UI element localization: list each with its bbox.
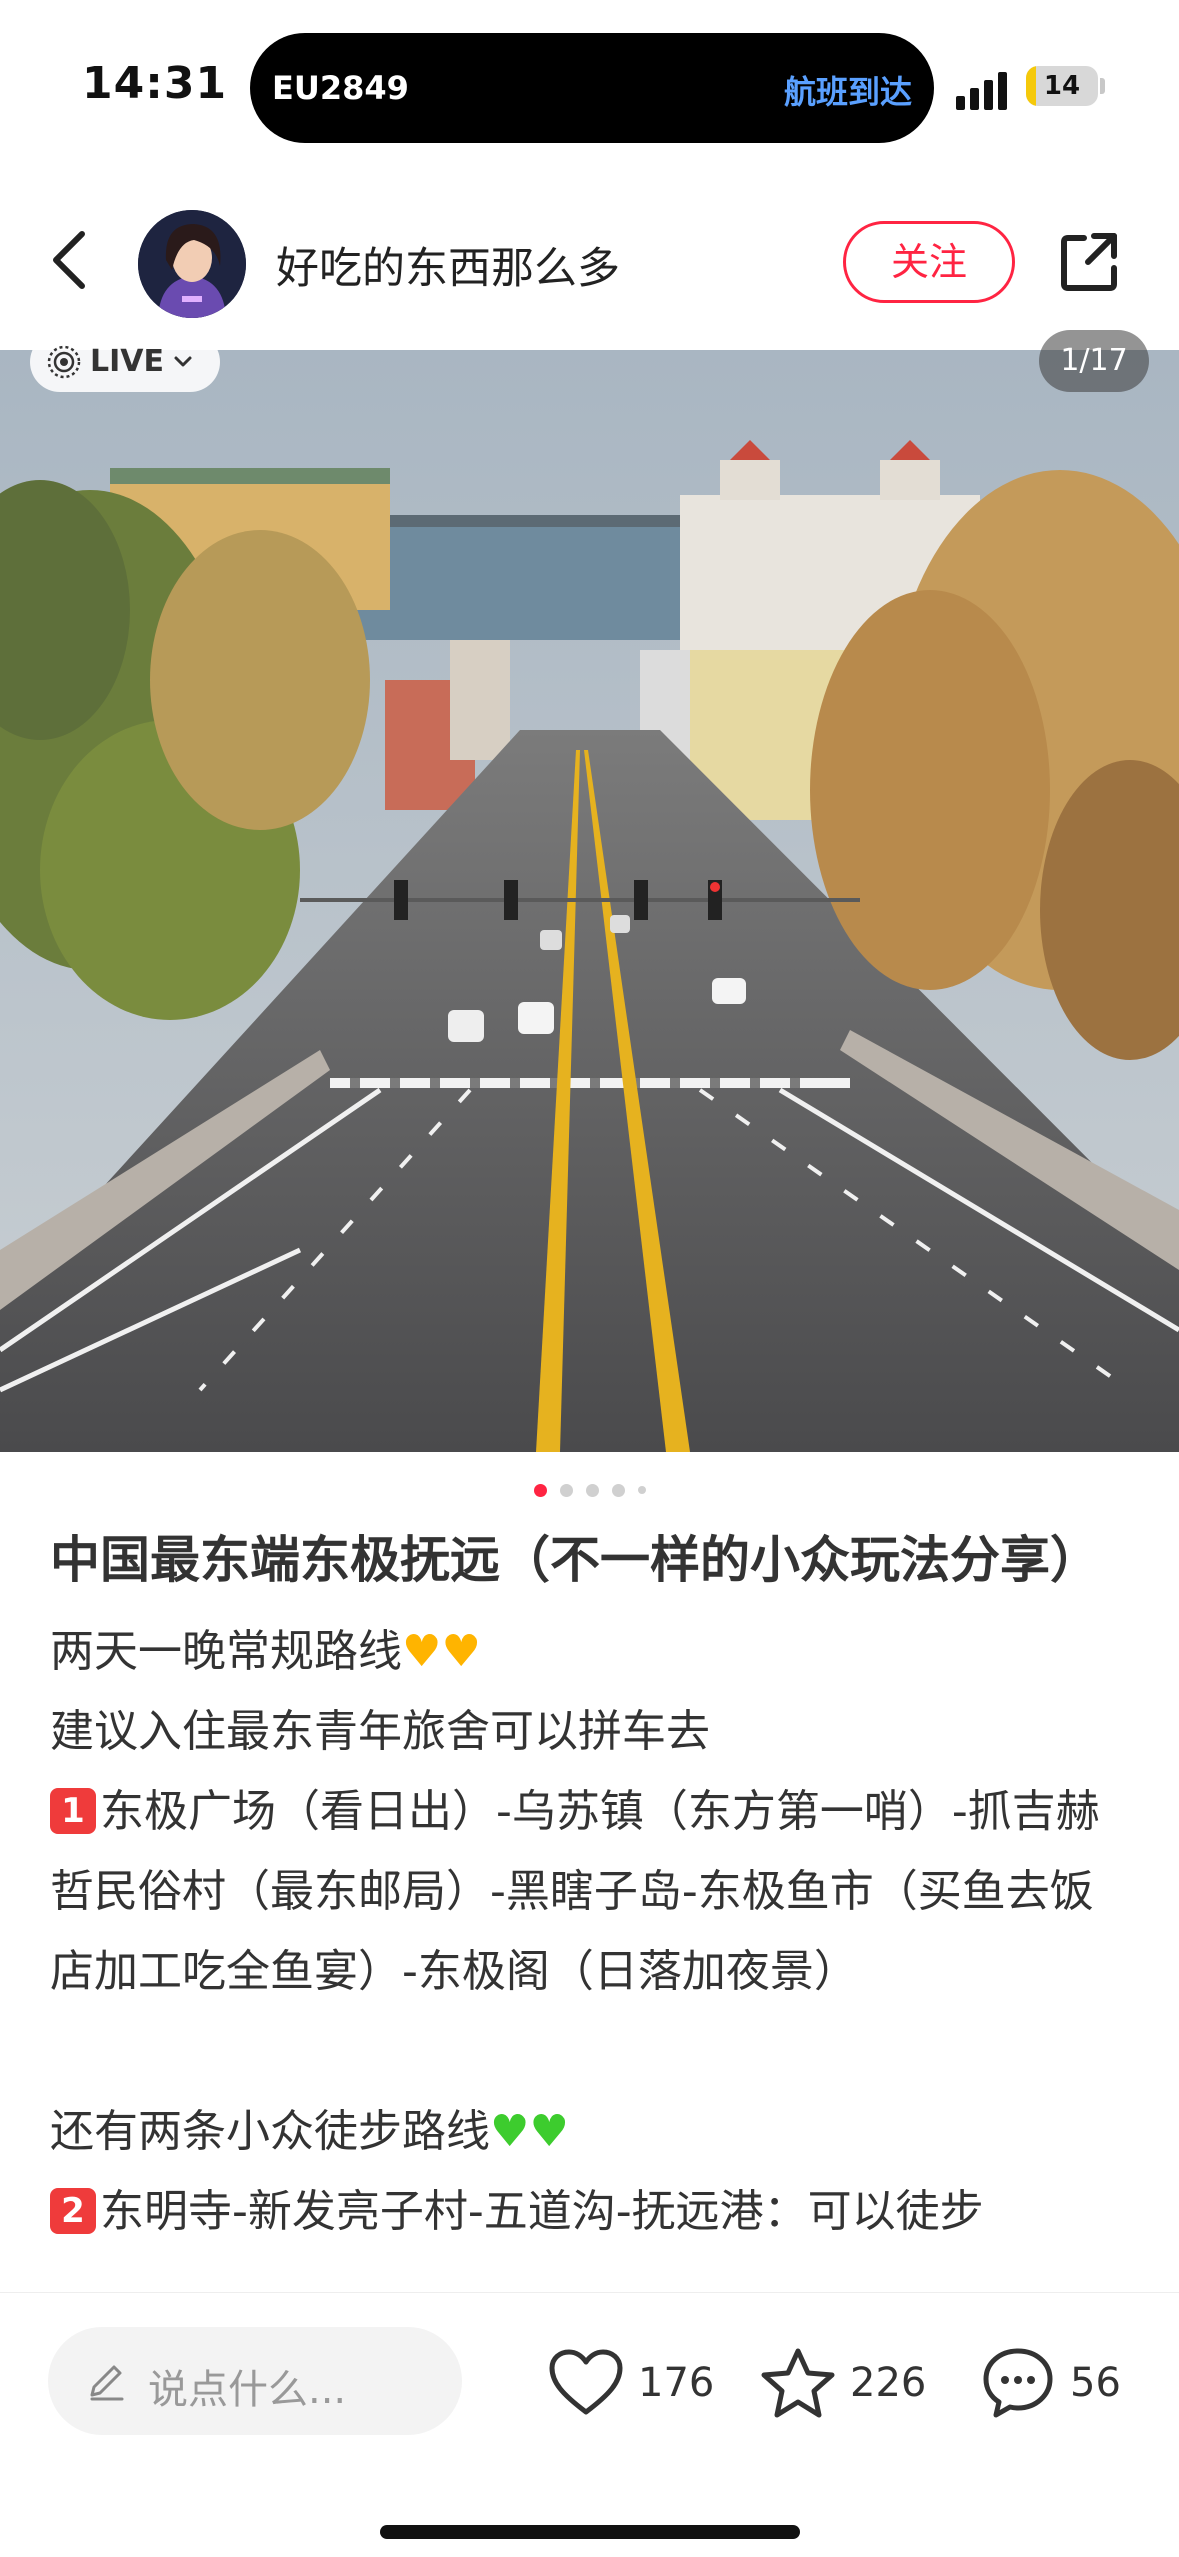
number-2-emoji: 2: [50, 2188, 96, 2234]
home-indicator[interactable]: [380, 2525, 800, 2539]
comment-input[interactable]: 说点什么...: [48, 2327, 462, 2435]
star-icon: [761, 2348, 835, 2418]
back-icon: [53, 231, 85, 289]
post-body: 两天一晚常规路线♥♥ 建议入住最东青年旅舍可以拼车去 1 东极广场（看日出）-乌苏…: [50, 1612, 1130, 2252]
post-line: 2 东明寺-新发亮子村-五道沟-抚远港：可以徒步: [50, 2172, 1130, 2252]
note-header: 好吃的东西那么多 关注: [0, 170, 1179, 350]
note-content: 中国最东端东极抚远（不一样的小众玩法分享） 两天一晚常规路线♥♥ 建议入住最东青…: [50, 1520, 1130, 2290]
avatar[interactable]: [138, 210, 246, 318]
favorite-count: 226: [850, 2360, 927, 2406]
comment-bubble-icon: [983, 2348, 1053, 2418]
battery-level: 14: [1043, 71, 1081, 101]
carousel-dot: [585, 1483, 599, 1497]
share-button[interactable]: [1054, 226, 1126, 298]
live-photo-icon: [47, 345, 81, 379]
author-name[interactable]: 好吃的东西那么多: [276, 234, 620, 296]
post-line: 两天一晚常规路线♥♥: [50, 1626, 481, 1677]
battery-icon: 14: [1026, 66, 1098, 106]
carousel-dot: [637, 1486, 646, 1494]
comment-button[interactable]: 56: [980, 2333, 1121, 2433]
favorite-button[interactable]: 226: [760, 2333, 926, 2433]
yellow-heart-emoji: ♥♥: [402, 1626, 481, 1677]
clock: 14:31: [82, 58, 228, 109]
post-line: 1 东极广场（看日出）-乌苏镇（东方第一哨）-抓吉赫哲民俗村（最东邮局）-黑瞎子岛…: [50, 1786, 1100, 1997]
follow-button[interactable]: 关注: [843, 221, 1015, 303]
comment-count: 56: [1070, 2360, 1121, 2406]
bottom-action-bar: 说点什么... 176 226 56: [0, 2292, 1179, 2557]
post-title: 中国最东端东极抚远（不一样的小众玩法分享）: [50, 1531, 1100, 1589]
signal-icon: [956, 70, 1012, 110]
live-label: LIVE: [90, 344, 164, 379]
flight-status: 航班到达: [783, 73, 912, 111]
street-photo: [0, 350, 1179, 1452]
post-line-empty: [50, 2012, 1130, 2092]
carousel-dot: [559, 1483, 573, 1497]
live-photo-badge[interactable]: LIVE: [30, 332, 220, 392]
flight-number: EU2849: [272, 69, 409, 107]
like-button[interactable]: 176: [548, 2333, 714, 2433]
comment-placeholder: 说点什么...: [148, 2367, 347, 2413]
pencil-icon: [90, 2365, 124, 2401]
share-icon: [1061, 233, 1117, 291]
green-heart-emoji: ♥♥: [490, 2106, 569, 2157]
avatar-image: [138, 210, 246, 318]
number-1-emoji: 1: [50, 1788, 96, 1834]
note-image[interactable]: [0, 350, 1179, 1452]
battery-cap: [1100, 78, 1105, 94]
chevron-down-icon: [174, 356, 192, 367]
carousel-dot: [533, 1483, 547, 1497]
status-bar: 14:31 EU2849 航班到达 14: [0, 0, 1179, 170]
post-line: 建议入住最东青年旅舍可以拼车去: [50, 1706, 710, 1757]
back-button[interactable]: [40, 222, 100, 298]
image-page-counter: 1/17: [1039, 330, 1149, 392]
post-line: 还有两条小众徒步路线♥♥: [50, 2106, 569, 2157]
carousel-dots: [0, 1480, 1179, 1500]
carousel-dot: [611, 1483, 625, 1497]
like-count: 176: [638, 2360, 715, 2406]
heart-icon: [549, 2349, 623, 2415]
dynamic-island[interactable]: EU2849 航班到达: [250, 33, 934, 143]
